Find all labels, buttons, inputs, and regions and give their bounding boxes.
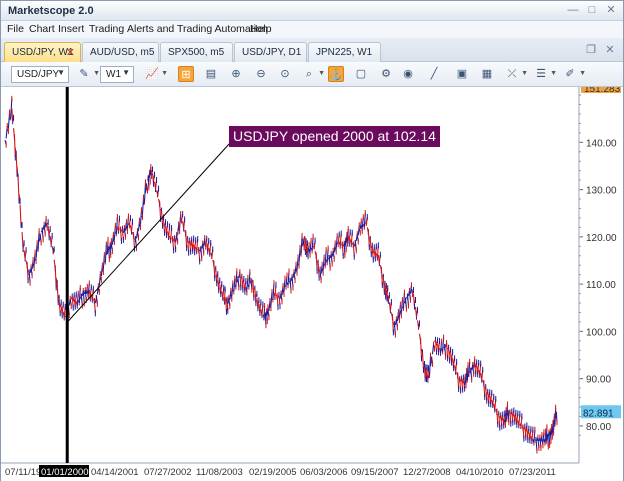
draw-tools-icon[interactable]: ⤫ ▼ (504, 66, 528, 82)
price-segment (13, 134, 16, 158)
tab-usdjpy-w1[interactable]: USD/JPY, W1 ✕ (4, 42, 81, 62)
tab-spx500-m5[interactable]: SPX500, m5 (160, 42, 233, 62)
app-title: Marketscope 2.0 (8, 5, 94, 17)
line-chart-icon[interactable]: 📈 ▼ (144, 66, 168, 82)
indicators-icon[interactable]: ▦ (479, 66, 495, 82)
annotation-label: USDJPY opened 2000 at 102.14 (229, 126, 440, 147)
tab-usdjpy-d1[interactable]: USD/JPY, D1 (234, 42, 307, 62)
menu-chart[interactable]: Chart (29, 23, 55, 35)
horizontal-line-icon[interactable]: ⚙ (378, 66, 394, 82)
data-window-icon[interactable]: ▤ (203, 66, 219, 82)
instrument-value: USD/JPY (17, 69, 60, 80)
tab-label: USD/JPY, D1 (242, 47, 302, 58)
price-segment (419, 337, 423, 359)
chevron-down-icon: ▼ (122, 68, 130, 77)
price-segment (54, 265, 57, 288)
zoom-area-icon[interactable]: ⊙ (277, 66, 293, 82)
tab-jpn225-w1[interactable]: JPN225, W1 (308, 42, 381, 62)
text-icon[interactable]: ✐ ▼ (562, 66, 586, 82)
price-tick-label: 110.00 (586, 280, 616, 291)
price-tick-label: 90.00 (586, 375, 611, 386)
time-tick-label: 04/10/2010 (456, 467, 504, 478)
minimize-button[interactable]: — (566, 4, 580, 17)
app-window: Marketscope 2.0 — □ ✕ File Chart Insert … (0, 0, 624, 481)
menu-file[interactable]: File (7, 23, 24, 35)
tab-label: SPX500, m5 (168, 47, 225, 58)
price-tick-label: 80.00 (586, 422, 611, 433)
tab-label: JPN225, W1 (316, 47, 373, 58)
annotation-leader-line (66, 134, 238, 323)
menu-insert[interactable]: Insert (58, 23, 84, 35)
tab-audusd-m5[interactable]: AUD/USD, m5 (82, 42, 159, 62)
time-tick-label: 11/08/2003 (196, 467, 243, 478)
fibonacci-icon[interactable]: ▢ (353, 66, 369, 82)
chart-tab-bar: USD/JPY, W1 ✕ AUD/USD, m5 SPX500, m5 USD… (1, 38, 623, 62)
menu-help[interactable]: Help (250, 23, 272, 35)
close-tab-icon[interactable]: ✕ (66, 46, 75, 59)
crosshair-icon[interactable]: ⊞ (178, 66, 194, 82)
time-tick-label: 07/23/2011 (509, 467, 556, 478)
chevron-down-icon: ▼ (57, 68, 65, 77)
settings-icon[interactable]: ◉ (400, 66, 416, 82)
menu-bar: File Chart Insert Trading Alerts and Tra… (1, 21, 623, 38)
ruler-icon[interactable]: ╱ (426, 66, 442, 82)
properties-icon[interactable]: ☰ ▼ (533, 66, 557, 82)
price-segment (19, 204, 22, 225)
price-tick-label: 130.00 (586, 186, 617, 197)
menu-trading[interactable]: Trading (89, 23, 124, 35)
image-icon[interactable]: ▣ (454, 66, 470, 82)
time-tick-label: 01/01/2000 (41, 467, 89, 478)
close-chart-icon[interactable]: ✕ (603, 44, 617, 57)
menu-alerts[interactable]: Alerts and Trading Automation (127, 23, 268, 35)
cursor-icon[interactable]: ⌕ ▼ (301, 66, 325, 82)
timeframe-select[interactable]: W1 ▼ (100, 66, 134, 83)
trend-line-icon[interactable]: ⚓ (328, 66, 344, 82)
zoom-in-icon[interactable]: ⊕ (228, 66, 244, 82)
time-tick-label: 09/15/2007 (351, 467, 399, 478)
tab-label: USD/JPY, W1 (12, 47, 74, 58)
time-tick-label: 07/27/2002 (144, 467, 192, 478)
chart-area[interactable]: 80.00 90.00 100.00 110.00 120.00 130.00 140.00… (1, 87, 623, 481)
top-price-label: 151.283 (584, 87, 621, 95)
time-tick-label: 04/14/2001 (91, 467, 139, 478)
price-segment (17, 176, 20, 201)
tab-label: AUD/USD, m5 (90, 47, 155, 58)
restore-chart-icon[interactable]: ❐ (584, 44, 598, 57)
current-price-label: 82.891 (583, 408, 614, 419)
price-tick-label: 120.00 (586, 233, 617, 244)
time-tick-label: 06/03/2006 (300, 467, 348, 478)
zoom-out-icon[interactable]: ⊖ (253, 66, 269, 82)
price-tick-label: 140.00 (586, 138, 617, 149)
candle-style-icon[interactable]: ✎ ▼ (76, 66, 100, 82)
instrument-select[interactable]: USD/JPY ▼ (11, 66, 69, 83)
timeframe-value: W1 (106, 69, 121, 80)
close-button[interactable]: ✕ (604, 4, 618, 17)
time-tick-label: 12/27/2008 (403, 467, 451, 478)
maximize-button[interactable]: □ (585, 4, 599, 17)
time-tick-label: 02/19/2005 (249, 467, 297, 478)
price-tick-label: 100.00 (586, 327, 617, 338)
chart-toolbar: USD/JPY ▼ ✎ ▼ W1 ▼ 📈 ▼ ⊞ ▤ ⊕ ⊖ ⊙ ⌕ ▼ ⚓ ▢ ⚙ … (1, 62, 623, 87)
title-bar: Marketscope 2.0 — □ ✕ (1, 1, 623, 21)
